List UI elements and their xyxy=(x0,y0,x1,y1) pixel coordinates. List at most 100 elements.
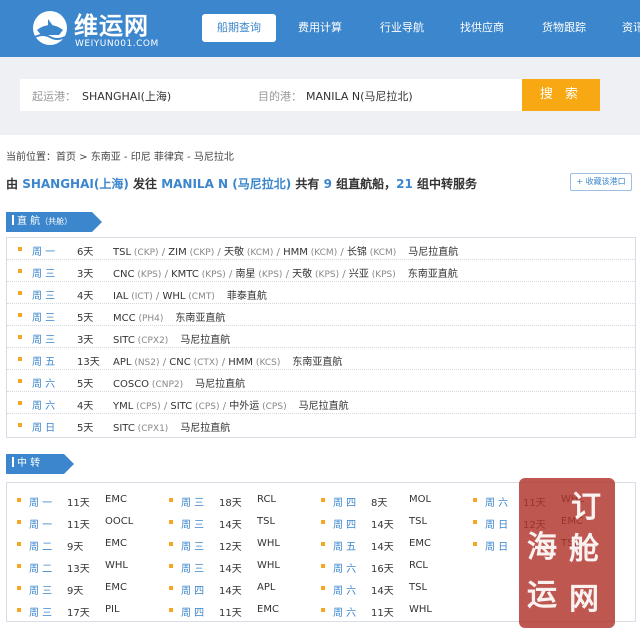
nav-tracking[interactable]: 货物跟踪 xyxy=(542,14,586,42)
carrier-name[interactable]: SITC xyxy=(113,335,135,346)
transit-time: 11天 xyxy=(371,608,394,619)
summary-dest: MANILA N (马尼拉北) xyxy=(161,177,292,191)
direct-route-row[interactable]: 周 三 4天 IAL (ICT) / WHL (CMT) 菲泰直航 xyxy=(7,282,635,304)
carrier-name[interactable]: HMM xyxy=(283,247,308,258)
transfer-route-row[interactable]: 周 五 14天 EMC xyxy=(311,533,461,555)
service-code: (KPS) xyxy=(312,270,340,280)
nav-news[interactable]: 资讯 xyxy=(622,14,640,42)
service-code-value: KPS xyxy=(318,270,336,280)
service-code: (KCM) xyxy=(243,248,274,258)
transfer-route-row[interactable]: 周 三 18天 RCL xyxy=(159,489,309,511)
transfer-route-row[interactable]: 周 六 11天 WHL xyxy=(311,599,461,621)
direct-route-row[interactable]: 周 六 5天 COSCO (CNP2) 马尼拉直航 xyxy=(7,370,635,392)
carrier-name[interactable]: CNC xyxy=(113,269,134,280)
transfer-route-row[interactable]: 周 一 11天 EMC xyxy=(7,489,157,511)
service-code-value: CPX1 xyxy=(141,424,165,434)
route-carriers: APL (NS2) / CNC (CTX) / HMM (KCS) 东南亚直航 xyxy=(113,353,342,368)
transfer-route-row[interactable]: 周 二 9天 EMC xyxy=(7,533,157,555)
transfer-route-row[interactable]: 周 四 14天 TSL xyxy=(311,511,461,533)
direct-route-row[interactable]: 周 五 13天 APL (NS2) / CNC (CTX) / HMM (KCS) 东… xyxy=(7,348,635,370)
service-code: (PH4) xyxy=(135,314,164,324)
service-name: 东南亚直航 xyxy=(407,269,458,280)
bullet-icon xyxy=(169,498,173,502)
transfer-route-row[interactable]: 周 一 11天 OOCL xyxy=(7,511,157,533)
tag-bar xyxy=(12,215,14,225)
origin-input[interactable]: SHANGHAI(上海) xyxy=(82,88,171,104)
carrier-name[interactable]: COSCO xyxy=(113,379,149,390)
summary-text: 由 xyxy=(6,177,23,191)
bullet-icon xyxy=(321,564,325,568)
carrier-name[interactable]: CNC xyxy=(169,357,190,368)
carrier-name[interactable]: YML xyxy=(113,401,133,412)
carrier-name[interactable]: TSL xyxy=(113,247,131,258)
transfer-route-row[interactable]: 周 六 16天 RCL xyxy=(311,555,461,577)
carrier-name[interactable]: HMM xyxy=(228,357,253,368)
carrier-name[interactable]: 南星 xyxy=(236,269,256,280)
sail-day: 周 三 xyxy=(32,291,56,302)
transfer-route-row[interactable]: 周 三 14天 WHL xyxy=(159,555,309,577)
search-button[interactable]: 搜 索 xyxy=(522,79,600,111)
nav-industry[interactable]: 行业导航 xyxy=(380,14,424,42)
transfer-route-row[interactable]: 周 三 9天 EMC xyxy=(7,577,157,599)
direct-route-row[interactable]: 周 一 6天 TSL (CKP) / ZIM (CKP) / 天敬 (KCM) / … xyxy=(7,238,635,260)
direct-route-row[interactable]: 周 三 5天 MCC (PH4) 东南亚直航 xyxy=(7,304,635,326)
service-name: 马尼拉直航 xyxy=(195,379,246,390)
service-code: (CPX1) xyxy=(134,424,169,434)
direct-route-row[interactable]: 周 三 3天 SITC (CPX2) 马尼拉直航 xyxy=(7,326,635,348)
bullet-icon xyxy=(18,379,22,383)
nav-fee-calc[interactable]: 费用计算 xyxy=(298,14,342,42)
service-code-value: KCM xyxy=(250,248,270,258)
carrier-name: EMC xyxy=(105,494,127,505)
nav-suppliers[interactable]: 找供应商 xyxy=(460,14,504,42)
transfer-route-row[interactable]: 周 三 17天 PIL xyxy=(7,599,157,621)
transfer-route-row[interactable]: 周 四 8天 MOL xyxy=(311,489,461,511)
service-code-value: KCS xyxy=(259,358,277,368)
service-code-value: CPS xyxy=(139,402,158,412)
bullet-icon xyxy=(18,423,22,427)
service-code-value: CNP2 xyxy=(155,380,180,390)
carrier-name[interactable]: WHL xyxy=(162,291,185,302)
separator: / xyxy=(158,247,169,258)
breadcrumb: 当前位置：首页 > 东南亚 - 印尼 菲律宾 - 马尼拉北 xyxy=(6,152,234,163)
tag-bar xyxy=(12,457,14,467)
sail-day: 周 三 xyxy=(181,542,205,553)
carrier-name[interactable]: 中外运 xyxy=(229,401,259,412)
carrier-name[interactable]: ZIM xyxy=(168,247,186,258)
carrier-name: TSL xyxy=(409,516,428,527)
nav-schedule[interactable]: 船期查询 xyxy=(202,14,276,42)
transfer-route-row[interactable]: 周 三 12天 WHL xyxy=(159,533,309,555)
transit-time: 18天 xyxy=(219,498,242,509)
carrier-name[interactable]: 天敬 xyxy=(292,269,312,280)
transfer-route-row[interactable]: 周 二 13天 WHL xyxy=(7,555,157,577)
carrier-name[interactable]: 长锦 xyxy=(347,247,367,258)
transit-time: 6天 xyxy=(77,247,94,258)
route-carriers: SITC (CPX1) 马尼拉直航 xyxy=(113,419,230,434)
sail-day: 周 日 xyxy=(485,542,509,553)
separator: / xyxy=(273,247,284,258)
collect-port-button[interactable]: + 收藏该港口 xyxy=(570,173,632,191)
bullet-icon xyxy=(321,542,325,546)
service-code: (KPS) xyxy=(198,270,226,280)
site-logo[interactable]: 维运网 WEIYUN001.COM xyxy=(28,6,168,52)
carrier-name[interactable]: SITC xyxy=(170,401,192,412)
transfer-route-row[interactable]: 周 四 11天 EMC xyxy=(159,599,309,621)
transfer-route-row[interactable]: 周 六 14天 TSL xyxy=(311,577,461,599)
direct-route-row[interactable]: 周 六 4天 YML (CPS) / SITC (CPS) / 中外运 (CPS) 马… xyxy=(7,392,635,414)
bullet-icon xyxy=(17,586,21,590)
carrier-name[interactable]: KMTC xyxy=(171,269,199,280)
separator: / xyxy=(214,247,224,258)
carrier-name[interactable]: 兴亚 xyxy=(349,269,369,280)
sail-day: 周 二 xyxy=(29,564,53,575)
dest-input[interactable]: MANILA N(马尼拉北) xyxy=(306,88,413,104)
transfer-route-row[interactable]: 周 三 14天 TSL xyxy=(159,511,309,533)
direct-route-row[interactable]: 周 日 5天 SITC (CPX1) 马尼拉直航 xyxy=(7,414,635,436)
direct-route-row[interactable]: 周 三 3天 CNC (KPS) / KMTC (KPS) / 南星 (KPS) /… xyxy=(7,260,635,282)
service-code: (CPS) xyxy=(192,402,220,412)
transit-time: 14天 xyxy=(371,586,394,597)
carrier-name[interactable]: APL xyxy=(113,357,131,368)
carrier-name[interactable]: MCC xyxy=(113,313,136,324)
carrier-name[interactable]: 天敬 xyxy=(224,247,244,258)
carrier-name[interactable]: SITC xyxy=(113,423,135,434)
transfer-route-row[interactable]: 周 四 14天 APL xyxy=(159,577,309,599)
carrier-name[interactable]: IAL xyxy=(113,291,128,302)
